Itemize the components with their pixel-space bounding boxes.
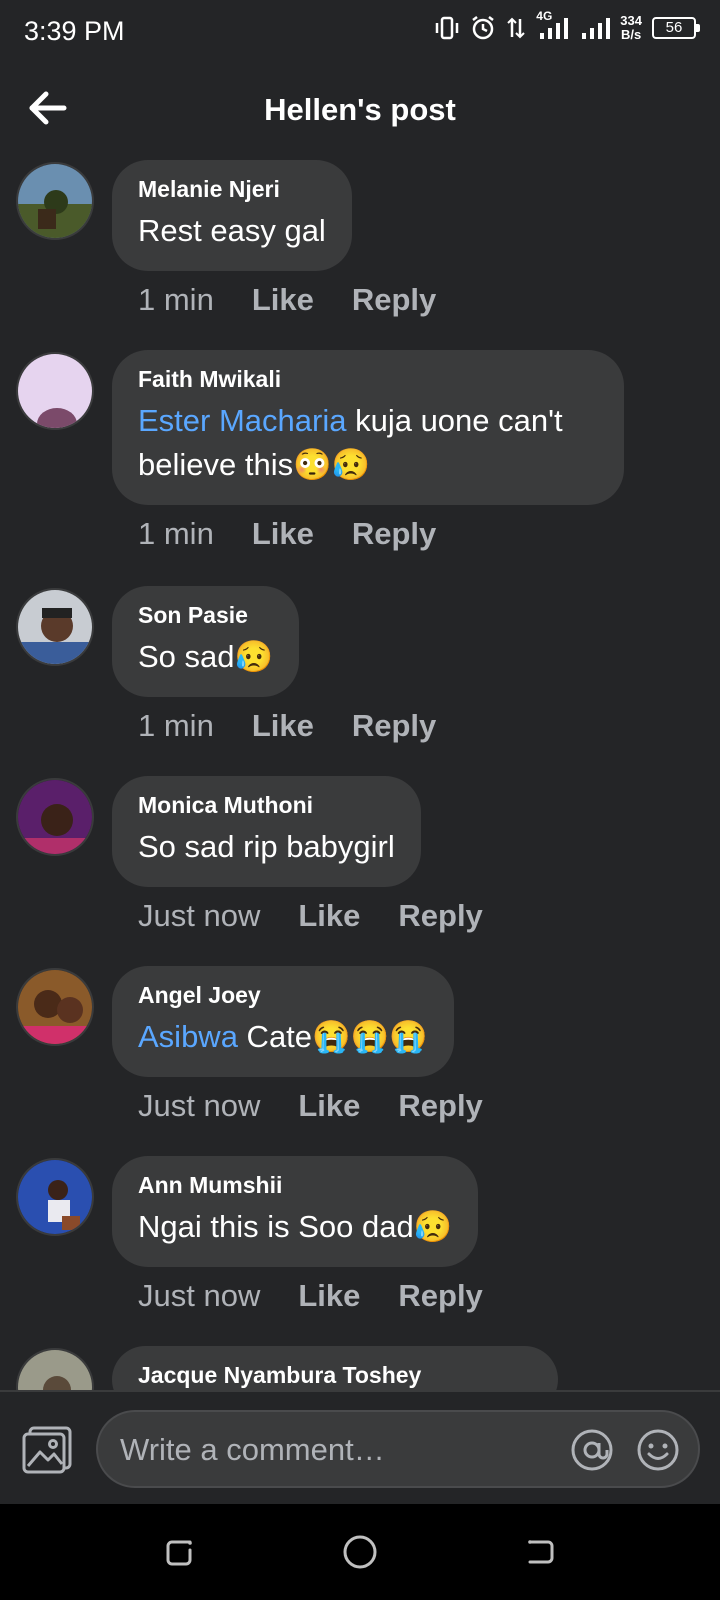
- comment-text: Ester Macharia kuja uone can't believe t…: [138, 399, 598, 487]
- comment: Monica Muthoni So sad rip babygirl Just …: [0, 770, 720, 960]
- signal-icon: [582, 18, 611, 39]
- battery-icon: 56: [652, 17, 700, 39]
- comment-author[interactable]: Jacque Nyambura Toshey: [138, 1362, 532, 1389]
- recent-apps-icon: [166, 1540, 192, 1566]
- vibrate-icon: [436, 16, 459, 40]
- like-button[interactable]: Like: [252, 708, 314, 744]
- recent-apps-button[interactable]: [160, 1532, 200, 1572]
- avatar[interactable]: [16, 1158, 94, 1236]
- comment-bubble[interactable]: Melanie Njeri Rest easy gal: [112, 160, 352, 271]
- comment-text: So sad😥: [138, 635, 273, 679]
- comment-input-field[interactable]: [96, 1410, 700, 1488]
- comment-time: Just now: [138, 1278, 261, 1313]
- comment-author[interactable]: Son Pasie: [138, 602, 273, 629]
- home-button[interactable]: [340, 1532, 380, 1572]
- avatar[interactable]: [16, 1348, 94, 1390]
- comment-actions: Just now Like Reply: [138, 1088, 483, 1124]
- avatar[interactable]: [16, 968, 94, 1046]
- comment-bubble[interactable]: Ann Mumshii Ngai this is Soo dad😥: [112, 1156, 479, 1267]
- reply-button[interactable]: Reply: [398, 1088, 482, 1124]
- page-title: Hellen's post: [264, 92, 456, 127]
- comment-text: So sad rip babygirl: [138, 825, 395, 869]
- comment-text: Rest easy gal: [138, 209, 326, 253]
- home-icon: [343, 1535, 377, 1569]
- reply-button[interactable]: Reply: [352, 282, 436, 318]
- network-type: 4G: [536, 9, 553, 23]
- app-header: Hellen's post: [0, 70, 720, 154]
- comment-time: 1 min: [138, 516, 214, 551]
- emoji-button[interactable]: [636, 1428, 680, 1472]
- comment-actions: Just now Like Reply: [138, 1278, 483, 1314]
- comment-actions: Just now Like Reply: [138, 898, 483, 934]
- like-button[interactable]: Like: [252, 516, 314, 552]
- comment-time: Just now: [138, 1088, 261, 1123]
- comment-text-content: Cate😭😭😭: [237, 1019, 428, 1054]
- comment-bubble[interactable]: Faith Mwikali Ester Macharia kuja uone c…: [112, 350, 624, 505]
- at-sign-icon: [571, 1429, 613, 1471]
- comment-text-content: So sad rip babygirl: [138, 829, 395, 864]
- mention-link[interactable]: Asibwa: [138, 1019, 238, 1054]
- comment-bubble[interactable]: Jacque Nyambura Toshey: [112, 1346, 558, 1390]
- comment-bubble[interactable]: Angel Joey Asibwa Cate😭😭😭: [112, 966, 454, 1077]
- comment-text-content: Rest easy gal: [138, 213, 326, 248]
- avatar[interactable]: [16, 778, 94, 856]
- reply-button[interactable]: Reply: [352, 708, 436, 744]
- mention-link[interactable]: Ester Macharia: [138, 403, 346, 438]
- comment-actions: 1 min Like Reply: [138, 516, 436, 552]
- comment-text-content: So sad😥: [138, 639, 274, 674]
- mention-button[interactable]: [570, 1428, 614, 1472]
- status-bar: 3:39 PM 4G 334 B/s 56: [0, 0, 720, 64]
- comment-actions: 1 min Like Reply: [138, 282, 436, 318]
- comment: Jacque Nyambura Toshey: [0, 1340, 720, 1390]
- like-button[interactable]: Like: [298, 898, 360, 934]
- comment-text: Ngai this is Soo dad😥: [138, 1205, 452, 1249]
- comment-author[interactable]: Melanie Njeri: [138, 176, 326, 203]
- data-transfer-icon: [507, 17, 526, 39]
- net-speed-value: 334: [620, 13, 642, 28]
- comment-bubble[interactable]: Son Pasie So sad😥: [112, 586, 300, 697]
- status-icons: 4G 334 B/s 56: [434, 9, 700, 42]
- photo-button[interactable]: [20, 1424, 74, 1476]
- avatar[interactable]: [16, 162, 94, 240]
- comment-author[interactable]: Monica Muthoni: [138, 792, 395, 819]
- net-speed: 334 B/s: [620, 14, 642, 42]
- status-time: 3:39 PM: [24, 16, 125, 46]
- like-button[interactable]: Like: [298, 1088, 360, 1124]
- comment-composer: [0, 1390, 720, 1504]
- system-nav-bar: [0, 1504, 720, 1600]
- reply-button[interactable]: Reply: [398, 1278, 482, 1314]
- avatar[interactable]: [16, 588, 94, 666]
- comment-time: 1 min: [138, 708, 214, 743]
- comment-author[interactable]: Angel Joey: [138, 982, 428, 1009]
- comment-text-content: Ngai this is Soo dad😥: [138, 1209, 453, 1244]
- comment: Faith Mwikali Ester Macharia kuja uone c…: [0, 344, 720, 580]
- reply-button[interactable]: Reply: [352, 516, 436, 552]
- emoji-icon: [637, 1429, 679, 1471]
- signal-4g-icon: 4G: [536, 9, 570, 41]
- avatar[interactable]: [16, 352, 94, 430]
- comment-actions: 1 min Like Reply: [138, 708, 436, 744]
- comment: Son Pasie So sad😥 1 min Like Reply: [0, 580, 720, 770]
- net-speed-unit: B/s: [621, 27, 642, 42]
- comment-bubble[interactable]: Monica Muthoni So sad rip babygirl: [112, 776, 421, 887]
- comment: Ann Mumshii Ngai this is Soo dad😥 Just n…: [0, 1150, 720, 1340]
- comment-time: 1 min: [138, 282, 214, 317]
- comment: Angel Joey Asibwa Cate😭😭😭 Just now Like …: [0, 960, 720, 1150]
- comment-list: Melanie Njeri Rest easy gal 1 min Like R…: [0, 154, 720, 1390]
- alarm-icon: [472, 16, 495, 40]
- photo-icon: [22, 1426, 72, 1474]
- comment-author[interactable]: Faith Mwikali: [138, 366, 598, 393]
- comment-text: Asibwa Cate😭😭😭: [138, 1015, 428, 1059]
- like-button[interactable]: Like: [252, 282, 314, 318]
- comment-time: Just now: [138, 898, 261, 933]
- reply-button[interactable]: Reply: [398, 898, 482, 934]
- back-nav-icon: [528, 1540, 554, 1564]
- comment: Melanie Njeri Rest easy gal 1 min Like R…: [0, 154, 720, 344]
- like-button[interactable]: Like: [298, 1278, 360, 1314]
- comment-input[interactable]: [120, 1430, 540, 1470]
- comment-author[interactable]: Ann Mumshii: [138, 1172, 452, 1199]
- back-nav-button[interactable]: [520, 1532, 560, 1572]
